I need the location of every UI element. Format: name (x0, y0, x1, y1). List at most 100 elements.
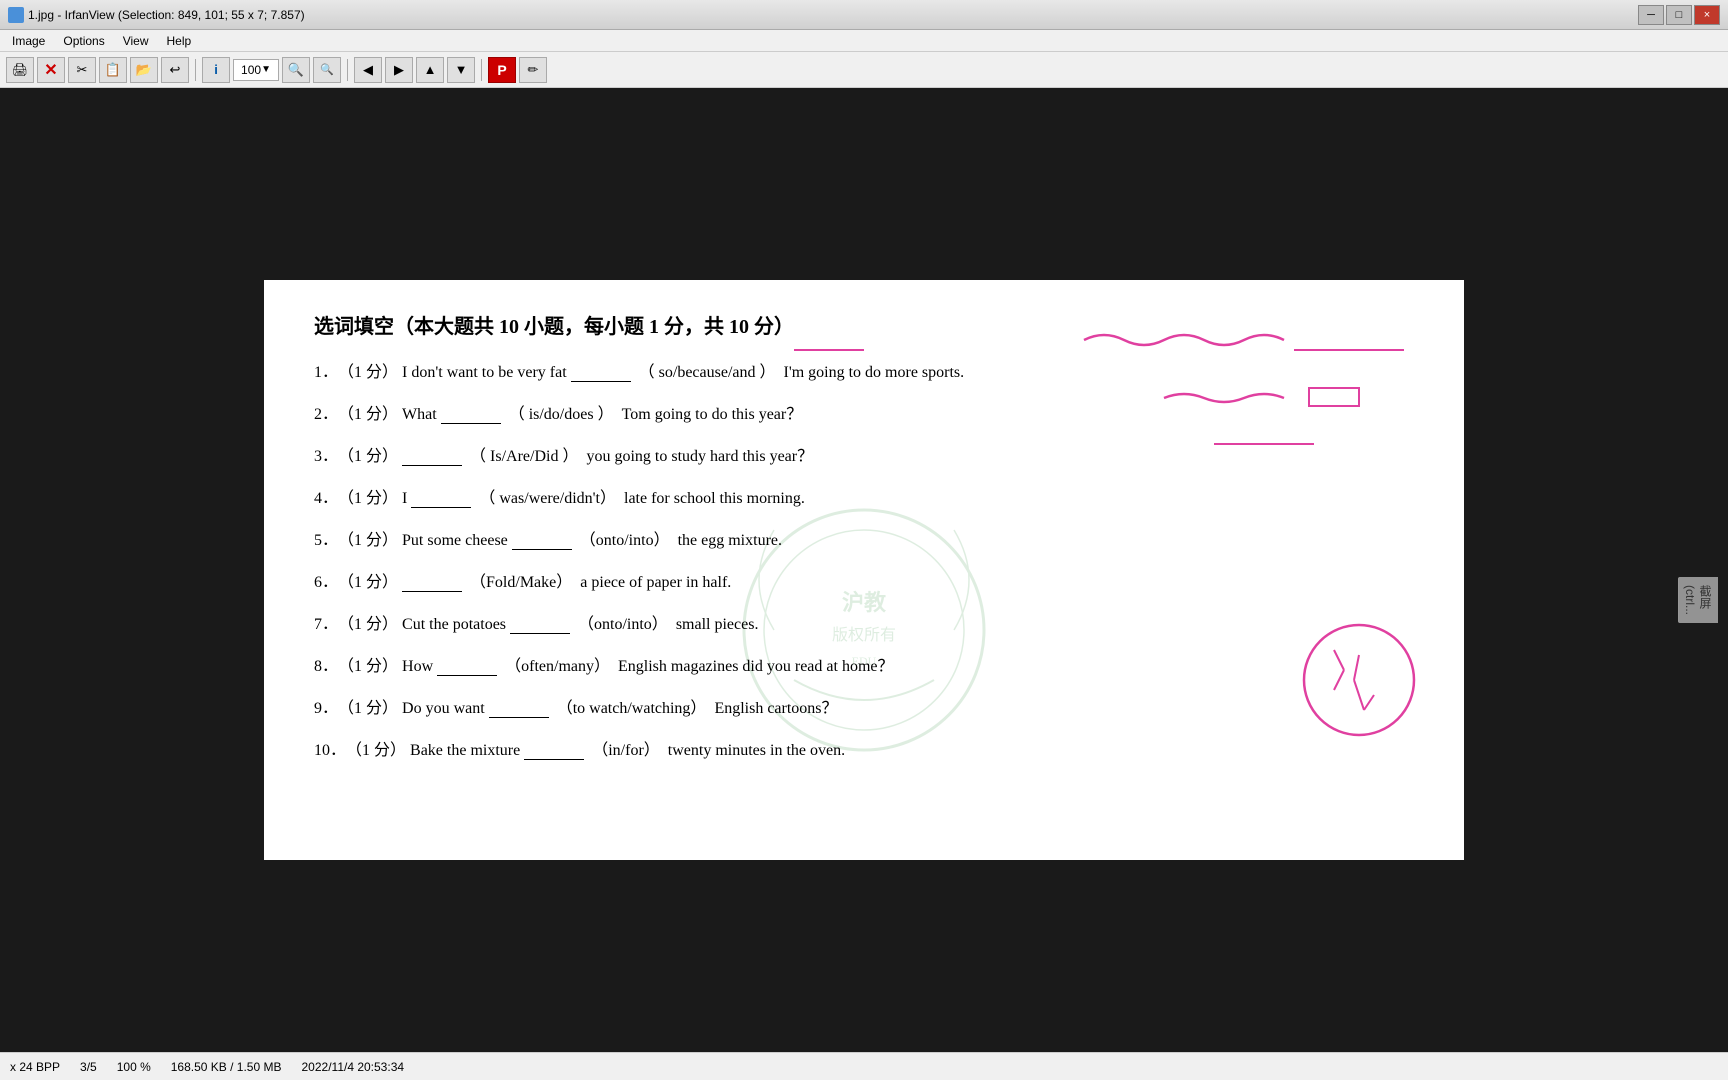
q2-num: 2． (314, 403, 338, 427)
side-panel: 截屏 (ctrl... (1668, 176, 1728, 1024)
toolbar-separator-3 (481, 59, 482, 81)
q5-before: Put some cheese (398, 529, 508, 553)
copy-button[interactable]: 📋 (99, 57, 127, 83)
q8-after: English magazines did you read at home？ (614, 655, 894, 679)
screenshot-panel[interactable]: 截屏 (ctrl... (1678, 577, 1718, 623)
toolbar-separator-2 (347, 59, 348, 81)
q6-choices: （Fold/Make） (470, 571, 572, 595)
q4-before: I (398, 487, 407, 511)
question-9: 9． （1 分） Do you want （to watch/watching）… (314, 697, 1414, 721)
q9-num: 9． (314, 697, 338, 721)
q8-choices: （often/many） (505, 655, 610, 679)
q2-blank (441, 406, 501, 424)
q7-after: small pieces. (672, 613, 759, 637)
maximize-button[interactable]: □ (1666, 5, 1692, 25)
info-button[interactable]: i (202, 57, 230, 83)
status-bar: x 24 BPP 3/5 100 % 168.50 KB / 1.50 MB 2… (0, 1052, 1728, 1080)
menu-image[interactable]: Image (4, 32, 53, 50)
q6-points: （1 分） (338, 571, 398, 595)
q7-before: Cut the potatoes (398, 613, 506, 637)
q2-points: （1 分） (338, 403, 398, 427)
q1-blank (571, 364, 631, 382)
q10-blank (524, 742, 584, 760)
q7-num: 7． (314, 613, 338, 637)
document: 沪教 版权所有 EDU 选词填空（本大题共 (264, 280, 1464, 860)
menu-options[interactable]: Options (55, 32, 112, 50)
q2-before: What (398, 403, 437, 427)
q5-choices: （onto/into） (580, 529, 670, 553)
title-bar-left: 1.jpg - IrfanView (Selection: 849, 101; … (8, 7, 305, 23)
next-button[interactable]: ▶ (385, 57, 413, 83)
status-datetime: 2022/11/4 20:53:34 (302, 1060, 405, 1074)
question-8: 8． （1 分） How （often/many） English magazi… (314, 655, 1414, 679)
question-5: 5． （1 分） Put some cheese （onto/into） the… (314, 529, 1414, 553)
zoom-display: 100 ▼ (233, 59, 279, 81)
q8-before: How (398, 655, 433, 679)
zoom-out-button[interactable]: 🔍 (313, 57, 341, 83)
toolbar: 🖨 ✕ ✂ 📋 📂 ↩ i 100 ▼ 🔍 🔍 ◀ ▶ ▲ ▼ P ✏ (0, 52, 1728, 88)
question-4: 4． （1 分） I （ was/were/didn't） late for s… (314, 487, 1414, 511)
q3-after: you going to study hard this year？ (582, 445, 813, 469)
q10-before: Bake the mixture (406, 739, 520, 763)
q10-num: 10． (314, 739, 346, 763)
q6-after: a piece of paper in half. (576, 571, 731, 595)
close-file-button[interactable]: ✕ (37, 57, 65, 83)
minimize-button[interactable]: ─ (1638, 5, 1664, 25)
q3-blank (402, 448, 462, 466)
paste-button[interactable]: 📂 (130, 57, 158, 83)
q1-choices: （ so/because/and ） (639, 361, 776, 385)
q9-blank (489, 700, 549, 718)
undo-button[interactable]: ↩ (161, 57, 189, 83)
question-1: 1． （1 分） I don't want to be very fat （ s… (314, 361, 1414, 385)
q9-after: English cartoons？ (710, 697, 837, 721)
menu-bar: Image Options View Help (0, 30, 1728, 52)
question-10: 10． （1 分） Bake the mixture （in/for） twen… (314, 739, 1414, 763)
q9-before: Do you want (398, 697, 485, 721)
title-bar-text: 1.jpg - IrfanView (Selection: 849, 101; … (28, 8, 305, 22)
question-list: 1． （1 分） I don't want to be very fat （ s… (314, 361, 1414, 763)
q3-choices: （ Is/Are/Did ） (470, 445, 578, 469)
nav-down-button[interactable]: ▼ (447, 57, 475, 83)
doc-title: 选词填空（本大题共 10 小题，每小题 1 分，共 10 分） (314, 310, 1414, 339)
p-button[interactable]: P (488, 57, 516, 83)
menu-view[interactable]: View (115, 32, 157, 50)
q8-num: 8． (314, 655, 338, 679)
q4-blank (411, 490, 471, 508)
zoom-in-button[interactable]: 🔍 (282, 57, 310, 83)
q3-num: 3． (314, 445, 338, 469)
status-zoom: 100 % (117, 1060, 151, 1074)
question-6: 6． （1 分） （Fold/Make） a piece of paper in… (314, 571, 1414, 595)
q7-choices: （onto/into） (578, 613, 668, 637)
q3-points: （1 分） (338, 445, 398, 469)
q9-points: （1 分） (338, 697, 398, 721)
question-3: 3． （1 分） （ Is/Are/Did ） you going to stu… (314, 445, 1414, 469)
q1-num: 1． (314, 361, 338, 385)
q10-after: twenty minutes in the oven. (664, 739, 845, 763)
print-button[interactable]: 🖨 (6, 57, 34, 83)
title-bar: 1.jpg - IrfanView (Selection: 849, 101; … (0, 0, 1728, 30)
q4-num: 4． (314, 487, 338, 511)
q2-choices: （ is/do/does ） (509, 403, 614, 427)
q8-points: （1 分） (338, 655, 398, 679)
nav-up-button[interactable]: ▲ (416, 57, 444, 83)
app-icon (8, 7, 24, 23)
q1-before: I don't want to be very fat (398, 361, 567, 385)
q10-choices: （in/for） (592, 739, 660, 763)
q8-blank (437, 658, 497, 676)
title-bar-buttons: ─ □ × (1638, 5, 1720, 25)
edit-button[interactable]: ✏ (519, 57, 547, 83)
q1-points: （1 分） (338, 361, 398, 385)
menu-help[interactable]: Help (159, 32, 200, 50)
close-button[interactable]: × (1694, 5, 1720, 25)
q4-points: （1 分） (338, 487, 398, 511)
q6-blank (402, 574, 462, 592)
q6-num: 6． (314, 571, 338, 595)
q9-choices: （to watch/watching） (557, 697, 707, 721)
q7-points: （1 分） (338, 613, 398, 637)
toolbar-separator-1 (195, 59, 196, 81)
q5-num: 5． (314, 529, 338, 553)
q4-after: late for school this morning. (620, 487, 805, 511)
prev-button[interactable]: ◀ (354, 57, 382, 83)
cut-button[interactable]: ✂ (68, 57, 96, 83)
question-2: 2． （1 分） What （ is/do/does ） Tom going t… (314, 403, 1414, 427)
